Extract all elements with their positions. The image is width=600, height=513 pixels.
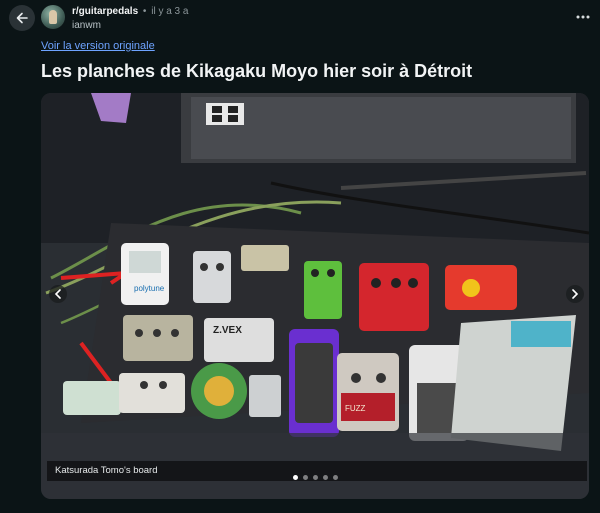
subreddit-line: r/guitarpedals • il y a 3 a xyxy=(72,6,188,17)
post-title: Les planches de Kikagaku Moyo hier soir … xyxy=(41,61,473,81)
subreddit-name[interactable]: r/guitarpedals xyxy=(72,6,138,17)
pagination-dot[interactable] xyxy=(333,475,338,480)
separator-dot: • xyxy=(142,6,147,17)
avatar-figure xyxy=(49,10,57,24)
svg-text:polytune: polytune xyxy=(134,284,165,293)
pagination-dot[interactable] xyxy=(313,475,318,480)
view-original-link[interactable]: Voir la version originale xyxy=(41,40,155,52)
previous-image-button[interactable] xyxy=(49,285,67,303)
chevron-right-icon xyxy=(572,289,579,299)
arrow-left-icon xyxy=(16,12,28,24)
chevron-left-icon xyxy=(54,289,61,299)
pagination-dot[interactable] xyxy=(323,475,328,480)
author-username[interactable]: ianwm xyxy=(72,20,101,31)
image-gallery[interactable]: polytune Z.VEX FUZZ Katsurada Tomo's boa… xyxy=(41,93,589,499)
more-options-button[interactable] xyxy=(572,8,594,26)
gallery-pagination xyxy=(293,475,338,481)
back-button[interactable] xyxy=(9,5,35,31)
image-caption: Katsurada Tomo's board xyxy=(55,465,158,476)
pedalboard-photo: polytune Z.VEX FUZZ xyxy=(41,93,589,499)
svg-text:Z.VEX: Z.VEX xyxy=(213,325,242,336)
dots-horizontal-icon xyxy=(576,15,590,19)
next-image-button[interactable] xyxy=(566,285,584,303)
post-time: il y a 3 a xyxy=(151,6,189,17)
post-header: r/guitarpedals • il y a 3 a ianwm xyxy=(0,0,600,36)
pagination-dot[interactable] xyxy=(303,475,308,480)
pagination-dot[interactable] xyxy=(293,475,298,480)
avatar[interactable] xyxy=(41,5,65,29)
svg-text:FUZZ: FUZZ xyxy=(345,404,366,413)
